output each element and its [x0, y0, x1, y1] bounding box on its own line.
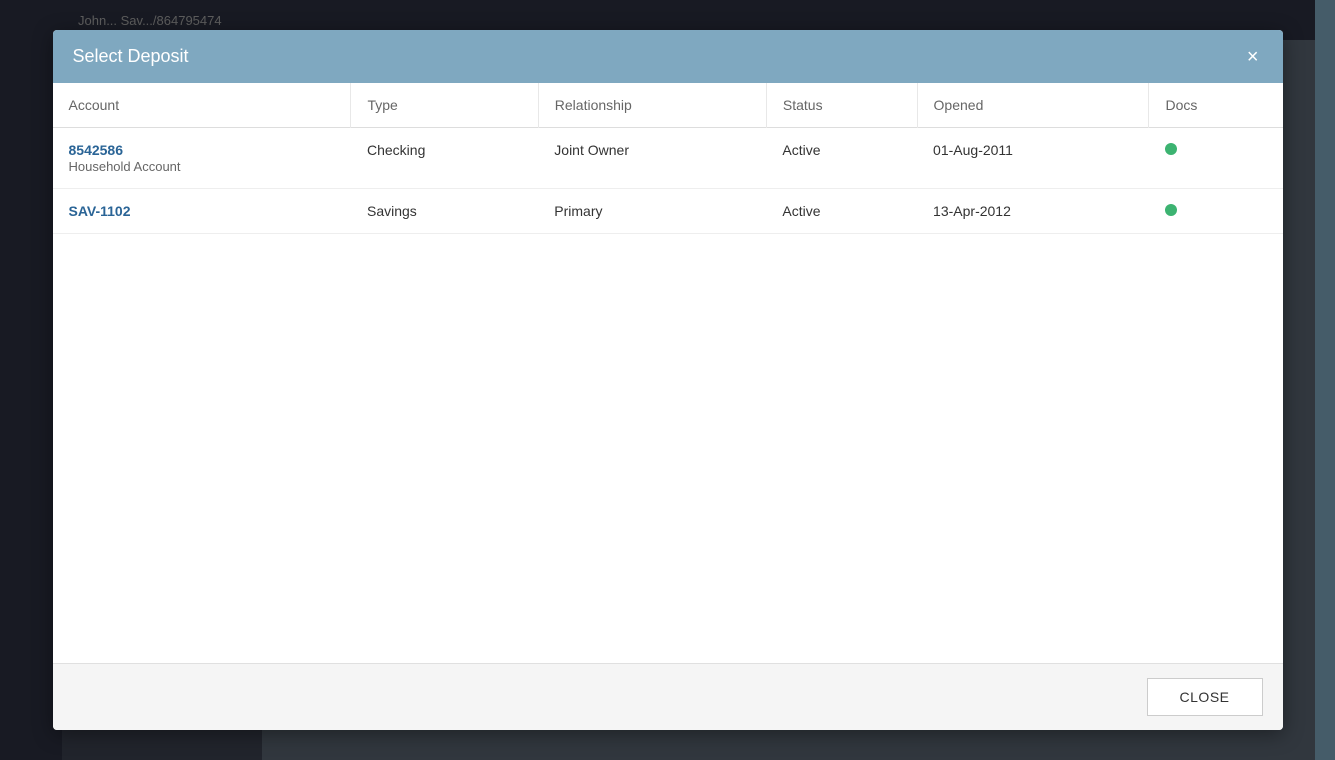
table-row[interactable]: SAV-1102 Savings Primary Active 13-Apr-2…: [53, 189, 1283, 234]
account-number-0: 8542586: [69, 142, 335, 158]
relationship-cell-0: Joint Owner: [538, 128, 766, 189]
account-cell-1: SAV-1102: [53, 189, 351, 234]
accounts-table-container: Account Type Relationship Status Opened …: [53, 83, 1283, 234]
account-number-1: SAV-1102: [69, 203, 335, 219]
opened-cell-1: 13-Apr-2012: [917, 189, 1149, 234]
docs-cell-0: [1149, 128, 1283, 189]
col-header-status: Status: [766, 83, 917, 128]
docs-cell-1: [1149, 189, 1283, 234]
modal-footer: CLOSE: [53, 663, 1283, 730]
table-row[interactable]: 8542586 Household Account Checking Joint…: [53, 128, 1283, 189]
col-header-type: Type: [351, 83, 538, 128]
col-header-account: Account: [53, 83, 351, 128]
account-cell-0: 8542586 Household Account: [53, 128, 351, 189]
type-cell-0: Checking: [351, 128, 538, 189]
accounts-table: Account Type Relationship Status Opened …: [53, 83, 1283, 234]
docs-dot-0: [1165, 143, 1177, 155]
modal-header: Select Deposit ×: [53, 30, 1283, 83]
status-cell-1: Active: [766, 189, 917, 234]
modal-close-x-button[interactable]: ×: [1243, 47, 1263, 67]
col-header-docs: Docs: [1149, 83, 1283, 128]
account-sub-0: Household Account: [69, 159, 181, 174]
modal-title: Select Deposit: [73, 46, 189, 67]
close-button[interactable]: CLOSE: [1147, 678, 1263, 716]
opened-cell-0: 01-Aug-2011: [917, 128, 1149, 189]
docs-dot-1: [1165, 204, 1177, 216]
select-deposit-modal: Select Deposit × Account Type Relationsh…: [53, 30, 1283, 730]
status-cell-0: Active: [766, 128, 917, 189]
modal-body: Account Type Relationship Status Opened …: [53, 83, 1283, 663]
table-header-row: Account Type Relationship Status Opened …: [53, 83, 1283, 128]
col-header-relationship: Relationship: [538, 83, 766, 128]
type-cell-1: Savings: [351, 189, 538, 234]
col-header-opened: Opened: [917, 83, 1149, 128]
relationship-cell-1: Primary: [538, 189, 766, 234]
